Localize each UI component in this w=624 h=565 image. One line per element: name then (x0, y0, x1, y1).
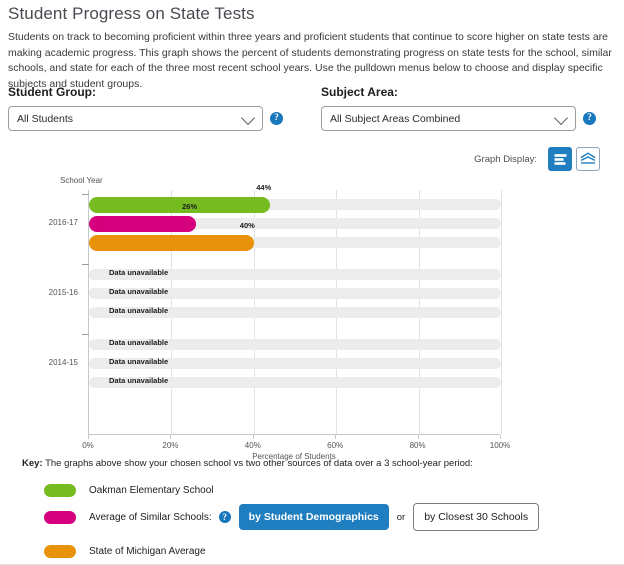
chart-bar (89, 197, 270, 213)
chart-row: Data unavailable (89, 283, 501, 302)
chart-row: 26% (89, 213, 501, 232)
stacked-area-icon (580, 152, 596, 166)
subject-area-field: Subject Area: All Subject Areas Combined… (321, 85, 596, 131)
legend-swatch-similar-schools (44, 511, 76, 524)
x-axis-tick-label: 20% (162, 441, 178, 450)
chart-row: 40% (89, 232, 501, 251)
chart-bar-value: 44% (256, 183, 271, 192)
student-group-row: All Students ? (8, 106, 283, 131)
graph-display-stacked-area-button[interactable] (576, 147, 600, 171)
progress-chart: School Year 44%26%40%2016-17Data unavail… (0, 176, 624, 446)
y-axis-label: 2014-15 (49, 358, 78, 367)
legend-label-state: State of Michigan Average (89, 546, 206, 557)
subject-area-select[interactable]: All Subject Areas Combined (321, 106, 576, 131)
chart-data-unavailable-label: Data unavailable (109, 376, 168, 385)
chart-data-unavailable-label: Data unavailable (109, 287, 168, 296)
chart-row: Data unavailable (89, 372, 501, 391)
legend-label-similar-schools: Average of Similar Schools: (89, 512, 212, 523)
x-axis-tick (88, 435, 89, 439)
key-description: The graphs above show your chosen school… (45, 458, 473, 469)
page-title: Student Progress on State Tests (8, 4, 255, 24)
chart-bar-value: 40% (240, 221, 255, 230)
key-label: Key: (22, 458, 43, 469)
subject-area-row: All Subject Areas Combined ? (321, 106, 596, 131)
subject-area-help-icon[interactable]: ? (583, 112, 596, 125)
chart-bar (89, 216, 196, 232)
or-separator: or (397, 512, 405, 523)
y-axis-label: 2016-17 (49, 218, 78, 227)
x-axis-tick-label: 0% (82, 441, 94, 450)
chart-row: Data unavailable (89, 334, 501, 353)
chart-row: 44% (89, 194, 501, 213)
x-axis-tick (500, 435, 501, 439)
key-row-state: State of Michigan Average (44, 541, 206, 561)
key-row-school: Oakman Elementary School (44, 480, 214, 500)
chart-gridline (501, 190, 502, 434)
chart-row: Data unavailable (89, 264, 501, 283)
page-description: Students on track to becoming proficient… (8, 30, 616, 92)
chart-data-unavailable-label: Data unavailable (109, 357, 168, 366)
subject-area-value: All Subject Areas Combined (330, 113, 460, 125)
by-closest-30-schools-button[interactable]: by Closest 30 Schools (413, 503, 539, 531)
graph-display-label: Graph Display: (474, 154, 537, 165)
x-axis-tick (335, 435, 336, 439)
x-axis-tick-label: 100% (490, 441, 510, 450)
graph-display-toggle: Graph Display: (474, 147, 600, 171)
chart-data-unavailable-label: Data unavailable (109, 268, 168, 277)
bar-chart-icon (553, 152, 568, 167)
subject-area-label: Subject Area: (321, 85, 596, 99)
graph-display-bar-chart-button[interactable] (548, 147, 572, 171)
x-axis-tick (418, 435, 419, 439)
similar-schools-help-icon[interactable]: ? (219, 511, 231, 523)
chart-bar-value: 26% (182, 202, 197, 211)
x-axis-tick (253, 435, 254, 439)
chart-data-unavailable-label: Data unavailable (109, 338, 168, 347)
x-axis-tick-label: 80% (410, 441, 426, 450)
chart-plot-area: 44%26%40%2016-17Data unavailableData una… (88, 190, 501, 434)
key-row-similar-schools: Average of Similar Schools: ? by Student… (44, 507, 539, 527)
x-axis-tick (170, 435, 171, 439)
legend-swatch-state (44, 545, 76, 558)
chart-bar (89, 235, 254, 251)
y-axis-label: 2015-16 (49, 288, 78, 297)
by-student-demographics-button[interactable]: by Student Demographics (239, 504, 389, 530)
student-group-field: Student Group: All Students ? (8, 85, 283, 131)
chart-row: Data unavailable (89, 353, 501, 372)
y-axis-tick (82, 194, 89, 195)
legend-swatch-school (44, 484, 76, 497)
x-axis-tick-label: 60% (327, 441, 343, 450)
student-group-label: Student Group: (8, 85, 283, 99)
chart-row: Data unavailable (89, 302, 501, 321)
legend-label-school: Oakman Elementary School (89, 485, 214, 496)
chart-data-unavailable-label: Data unavailable (109, 306, 168, 315)
student-group-select[interactable]: All Students (8, 106, 263, 131)
y-axis-title: School Year (60, 176, 103, 185)
student-group-help-icon[interactable]: ? (270, 112, 283, 125)
y-axis-tick (82, 334, 89, 335)
key-heading: Key: The graphs above show your chosen s… (22, 458, 473, 469)
x-axis-tick-label: 40% (245, 441, 261, 450)
student-group-value: All Students (17, 113, 73, 125)
chevron-down-icon (241, 110, 255, 124)
x-axis: 0%20%40%60%80%100% (88, 434, 500, 435)
y-axis-tick (82, 264, 89, 265)
student-progress-page: Student Progress on State Tests Students… (0, 0, 624, 565)
chevron-down-icon (554, 110, 568, 124)
